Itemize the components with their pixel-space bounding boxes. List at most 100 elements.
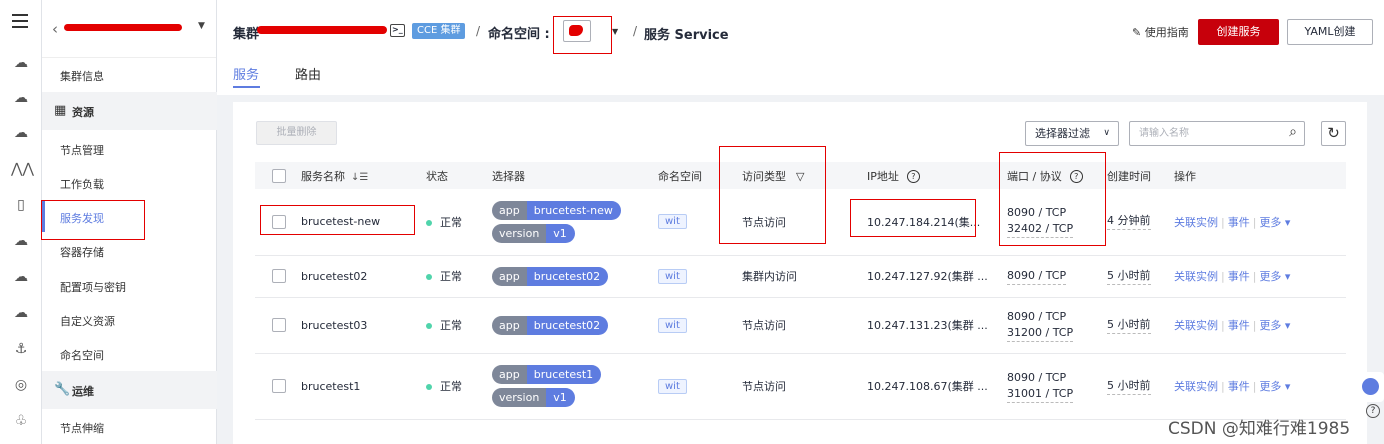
more-link[interactable]: 更多 ▾ [1259, 216, 1290, 229]
sidebar-item-config-secrets[interactable]: 配置项与密钥 [60, 279, 126, 295]
port: 8090 / TCP [1007, 268, 1067, 285]
chevron-left-icon[interactable]: ‹ [52, 20, 58, 38]
sidebar-item-namespaces[interactable]: 命名空间 [60, 347, 104, 363]
ports-cell: 8090 / TCP 31200 / TCP [1007, 297, 1107, 354]
tag-value: brucetest-new [526, 200, 621, 220]
help-icon[interactable]: ? [906, 170, 920, 183]
more-link[interactable]: 更多 ▾ [1259, 380, 1290, 393]
tab-services[interactable]: 服务 [233, 64, 259, 83]
icon-rail: ☁ ☁ ☁ ⋀⋀ ▯ ☁ ☁ ☁ ⚓ ◎ ♧ [0, 0, 42, 444]
events-link[interactable]: 事件 [1228, 270, 1250, 283]
status-cell: 正常 [426, 189, 492, 256]
cluster-icon[interactable]: ♧ [11, 412, 31, 430]
selector-filter-dropdown[interactable]: 选择器过滤 ∨ [1025, 121, 1119, 146]
service-name[interactable]: brucetest1 [301, 353, 426, 420]
table-row: brucetest03 正常 app brucetest02 wit 节点访问 1… [255, 297, 1346, 354]
server-icon[interactable]: ▯ [11, 196, 31, 214]
related-instances-link[interactable]: 关联实例 [1174, 380, 1218, 393]
support-widget[interactable] [1357, 372, 1384, 402]
select-all-checkbox[interactable] [272, 168, 286, 183]
divider: | [1252, 319, 1257, 332]
created-time: 4 分钟前 [1107, 213, 1151, 231]
selector-tag: app brucetest-new [492, 200, 621, 220]
cloud-icon[interactable]: ☁ [11, 54, 31, 72]
col-service-name[interactable]: 服务名称 ↓☰ [301, 162, 426, 189]
row-checkbox[interactable] [272, 269, 286, 283]
redacted-cluster-name [64, 24, 182, 31]
refresh-button[interactable]: ↻ [1321, 121, 1346, 146]
events-link[interactable]: 事件 [1228, 216, 1250, 229]
namespace-label: 命名空间 : [488, 27, 550, 42]
search-input[interactable] [1139, 123, 1279, 144]
sidebar-item-cluster-info[interactable]: 集群信息 [60, 68, 104, 84]
yaml-create-button[interactable]: YAML创建 [1287, 19, 1373, 45]
cce-badge: CCE 集群 [412, 23, 466, 39]
created-cell: 4 分钟前 [1107, 189, 1174, 256]
sort-icon[interactable]: ↓☰ [351, 172, 368, 183]
database-icon[interactable]: ☁ [11, 124, 31, 142]
sidebar-item-workloads[interactable]: 工作负载 [60, 176, 104, 192]
search-box: ⌕ [1129, 121, 1305, 146]
related-instances-link[interactable]: 关联实例 [1174, 319, 1218, 332]
cloud-sync-icon[interactable]: ☁ [11, 304, 31, 322]
caret-down-icon[interactable]: ▼ [198, 21, 205, 31]
tag-key: version [492, 388, 547, 407]
breadcrumb-cluster[interactable]: 集群 [233, 23, 259, 42]
batch-delete-button[interactable]: 批量删除 [256, 121, 337, 145]
divider: | [1221, 270, 1225, 283]
divider: | [1221, 215, 1225, 229]
selector-tag: app brucetest1 [492, 365, 602, 384]
menu-icon[interactable] [12, 14, 28, 32]
sidebar-item-nodes[interactable]: 节点管理 [60, 142, 104, 158]
row-checkbox[interactable] [272, 318, 286, 332]
help-icon[interactable]: ? [1366, 404, 1380, 418]
sidebar-item-node-scaling[interactable]: 节点伸缩 [60, 420, 104, 436]
row-checkbox[interactable] [272, 379, 286, 393]
tag-key: version [492, 223, 547, 243]
guide-link[interactable]: ✎ 使用指南 [1132, 24, 1189, 40]
more-link[interactable]: 更多 ▾ [1259, 319, 1290, 332]
cluster-switcher[interactable]: ‹ ▼ [52, 18, 212, 42]
events-link[interactable]: 事件 [1228, 319, 1250, 332]
created-time: 5 小时前 [1107, 378, 1151, 395]
tag-key: app [492, 315, 527, 335]
more-link[interactable]: 更多 ▾ [1259, 270, 1290, 283]
create-service-button[interactable]: 创建服务 [1198, 19, 1279, 45]
network-icon[interactable]: ⋀⋀ [11, 160, 34, 178]
ip-address: 10.247.127.92(集群 ... [867, 255, 1007, 298]
tab-routes[interactable]: 路由 [295, 64, 321, 83]
status-text: 正常 [440, 319, 462, 332]
namespace-cell: wit [658, 353, 742, 420]
globe-icon[interactable]: ◎ [11, 376, 31, 394]
sidebar-group-ops[interactable]: 🔧 运维 [42, 371, 217, 409]
caret-down-icon[interactable]: ▼ [612, 27, 618, 36]
search-icon[interactable]: ⌕ [1289, 124, 1297, 140]
col-label: IP地址 [867, 169, 899, 183]
cloud-outline-icon[interactable]: ☁ [11, 232, 31, 250]
related-instances-link[interactable]: 关联实例 [1174, 270, 1218, 283]
sidebar-item-custom-resources[interactable]: 自定义资源 [60, 313, 115, 329]
access-type: 节点访问 [742, 353, 867, 420]
events-link[interactable]: 事件 [1228, 380, 1250, 393]
tag-key: app [492, 200, 527, 220]
namespace-badge: wit [658, 268, 687, 284]
refresh-icon: ↻ [1327, 124, 1340, 142]
access-type: 集群内访问 [742, 255, 867, 298]
selector-tag: version v1 [492, 388, 575, 407]
sidebar-group-resources[interactable]: ▦ 资源 [42, 92, 217, 130]
guide-label: 使用指南 [1144, 26, 1189, 39]
service-name[interactable]: brucetest02 [301, 255, 426, 298]
sidebar-item-storage[interactable]: 容器存储 [60, 244, 104, 260]
terminal-icon[interactable]: >_ [390, 24, 405, 37]
cloud-upload-icon[interactable]: ☁ [11, 268, 31, 286]
ports-list: 8090 / TCP 31001 / TCP [1007, 370, 1074, 403]
service-name[interactable]: brucetest03 [301, 297, 426, 354]
access-type: 节点访问 [742, 297, 867, 354]
anchor-icon[interactable]: ⚓ [11, 340, 31, 358]
related-instances-link[interactable]: 关联实例 [1174, 216, 1218, 229]
wrench-icon: 🔧 [54, 382, 71, 397]
status-cell: 正常 [426, 297, 492, 354]
cloud-storage-icon[interactable]: ☁ [11, 89, 31, 107]
selector-tag: app brucetest02 [492, 266, 609, 286]
annotation-box [553, 16, 612, 54]
